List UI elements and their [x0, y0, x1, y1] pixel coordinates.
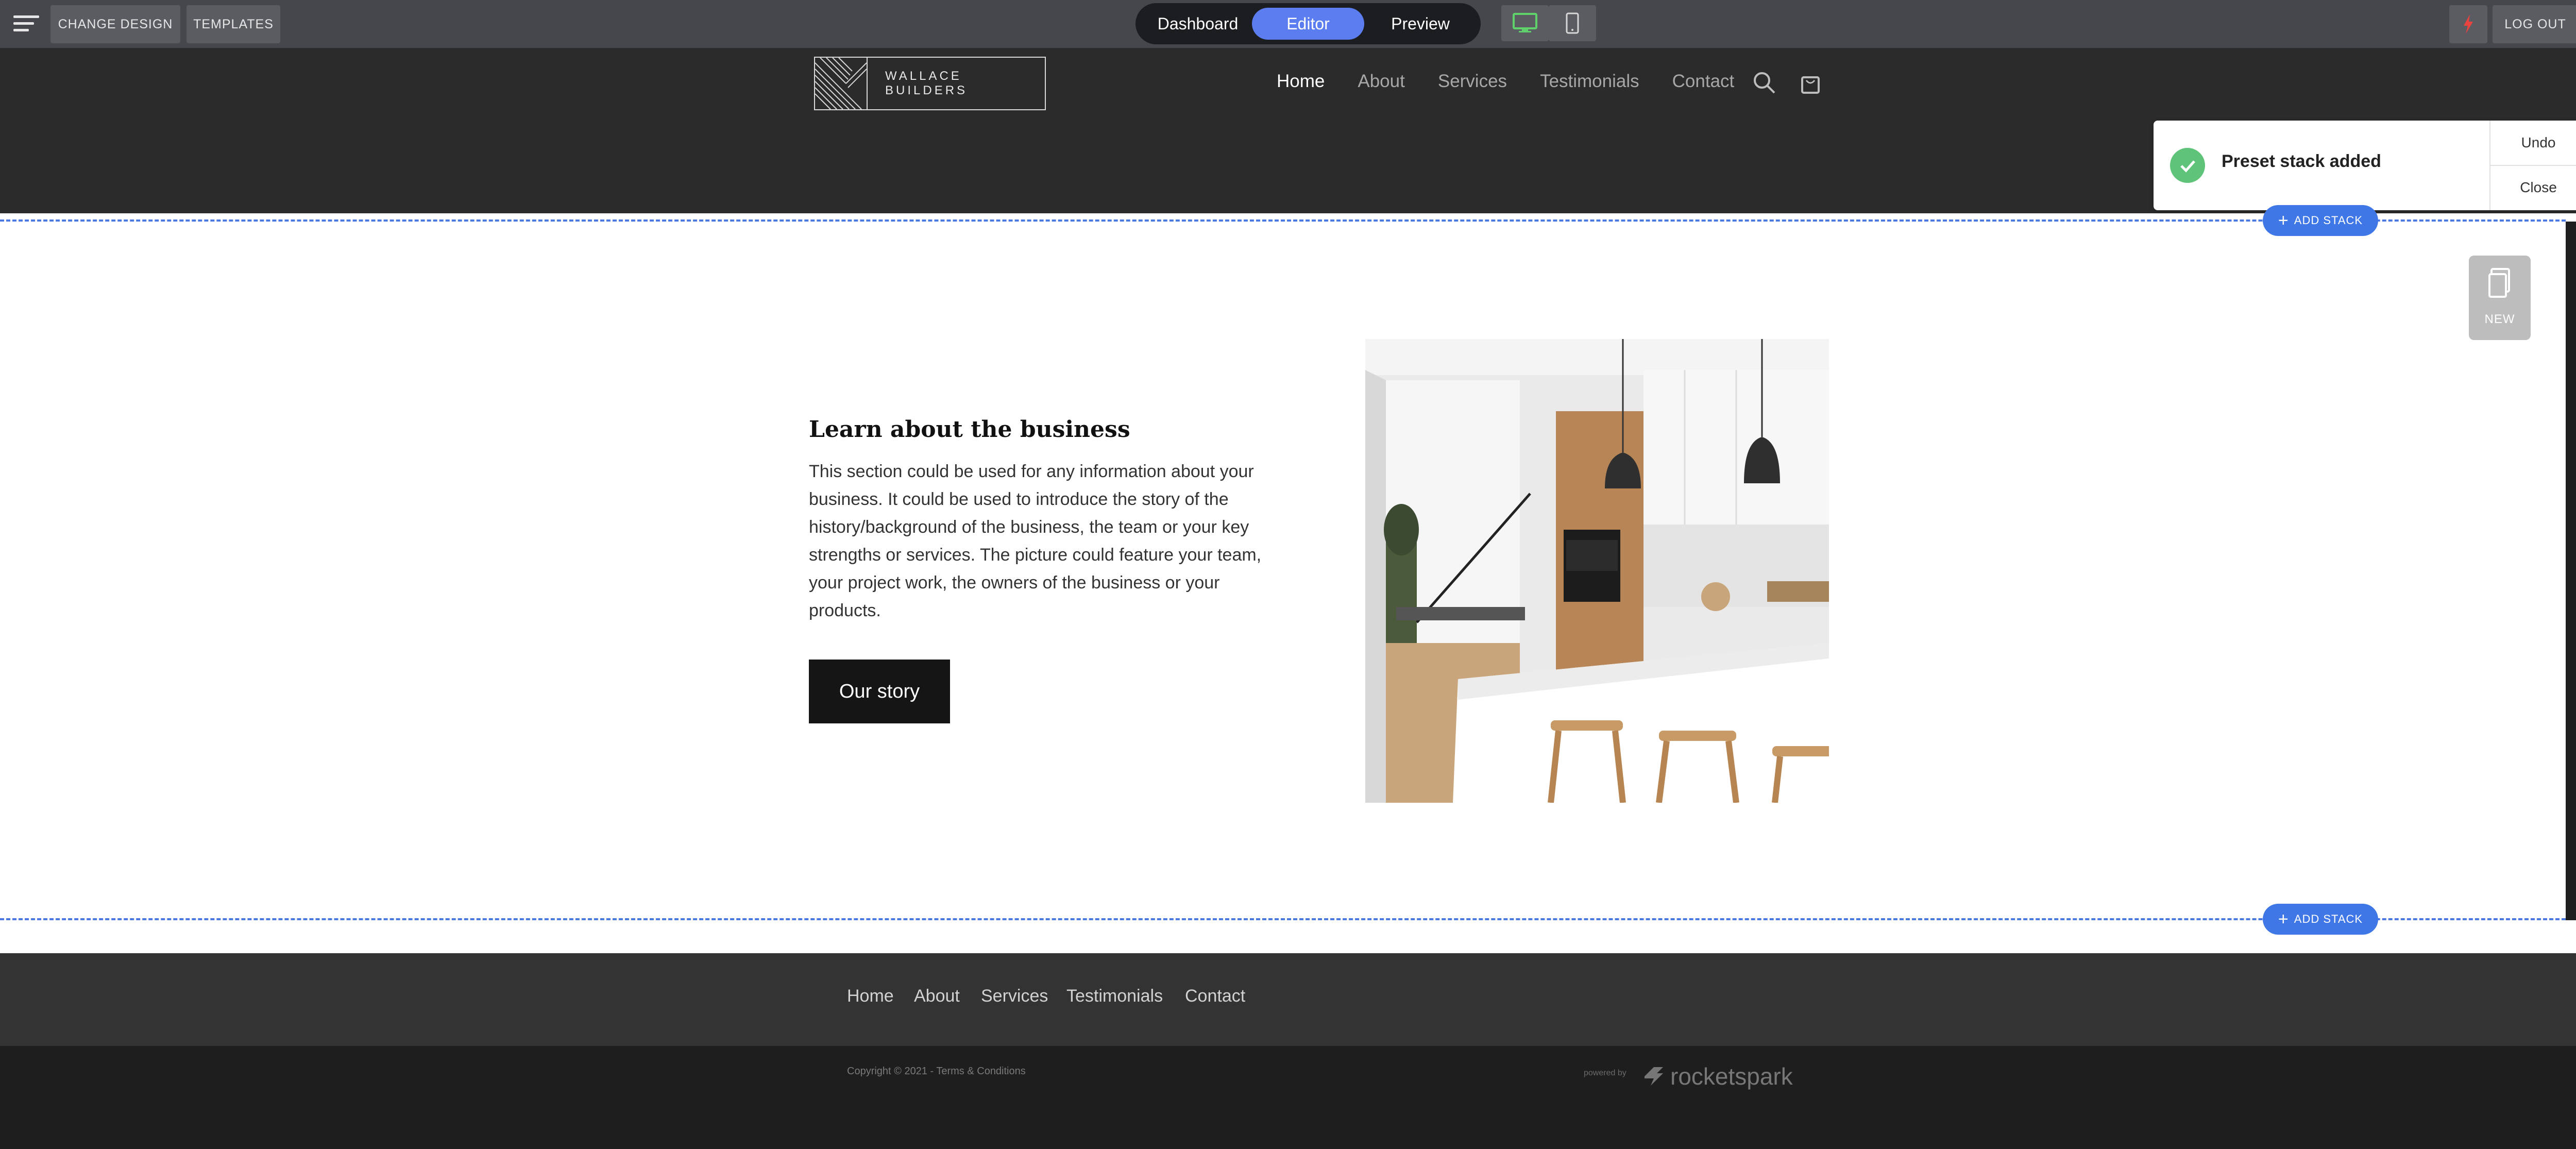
footer-link-testimonials[interactable]: Testimonials: [1066, 986, 1163, 1006]
add-stack-button-bottom[interactable]: + ADD STACK: [2263, 904, 2378, 935]
mobile-icon: [1566, 12, 1579, 34]
footer-nav: [0, 953, 2576, 1046]
rocketspark-logo[interactable]: rocketspark: [1642, 1062, 1793, 1090]
nav-home[interactable]: Home: [1277, 71, 1325, 92]
add-stack-button-top[interactable]: + ADD STACK: [2263, 205, 2378, 236]
section-heading[interactable]: Learn about the business: [809, 416, 1130, 443]
add-stack-label: ADD STACK: [2294, 214, 2363, 227]
toast-message: Preset stack added: [2222, 151, 2381, 171]
mode-dashboard[interactable]: Dashboard: [1143, 8, 1253, 40]
logo-text: WALLACE BUILDERS: [885, 69, 968, 97]
nav-services[interactable]: Services: [1438, 71, 1507, 92]
desktop-view-button[interactable]: [1501, 5, 1549, 41]
close-button[interactable]: Close: [2490, 165, 2576, 209]
footer-link-home[interactable]: Home: [847, 986, 894, 1006]
mode-editor[interactable]: Editor: [1252, 8, 1364, 40]
desktop-icon: [1513, 13, 1537, 32]
toast-notification: Preset stack added Undo Close: [2154, 121, 2576, 210]
nav-about[interactable]: About: [1358, 71, 1404, 92]
stack-tools-panel: [2566, 222, 2576, 920]
content-stack: [0, 221, 2566, 919]
new-label: NEW: [2484, 312, 2515, 326]
new-page-icon: [2488, 268, 2510, 298]
powered-by-text: powered by: [1584, 1069, 1626, 1077]
footer-link-services[interactable]: Services: [981, 986, 1048, 1006]
mobile-view-button[interactable]: [1549, 5, 1596, 41]
add-stack-label: ADD STACK: [2294, 913, 2363, 925]
site-logo[interactable]: WALLACE BUILDERS: [814, 57, 1046, 110]
mode-switcher: Dashboard Editor Preview: [1136, 3, 1481, 44]
mode-preview[interactable]: Preview: [1366, 8, 1475, 40]
lightning-icon: [2464, 14, 2473, 34]
rocketspark-mark-icon: [1645, 1067, 1663, 1086]
section-body[interactable]: This section could be used for any infor…: [809, 458, 1273, 624]
cart-icon[interactable]: [1798, 70, 1823, 95]
success-check-icon: [2170, 148, 2205, 183]
plus-icon: +: [2278, 909, 2289, 929]
site-nav: Home About Services Testimonials Contact: [1277, 71, 1767, 92]
nav-testimonials[interactable]: Testimonials: [1540, 71, 1639, 92]
publish-button[interactable]: [2449, 5, 2487, 43]
logout-button[interactable]: LOG OUT: [2493, 5, 2576, 43]
plus-icon: +: [2278, 211, 2289, 230]
logo-mark-icon: [815, 57, 868, 110]
templates-button[interactable]: TEMPLATES: [187, 5, 280, 43]
footer-link-contact[interactable]: Contact: [1185, 986, 1245, 1006]
our-story-button[interactable]: Our story: [809, 660, 950, 723]
footer-bottom: [0, 1046, 2576, 1149]
menu-icon[interactable]: [13, 13, 39, 34]
editor-toolbar: CHANGE DESIGN TEMPLATES Dashboard Editor…: [0, 0, 2576, 48]
search-icon[interactable]: [1752, 70, 1776, 95]
rocketspark-word: rocketspark: [1670, 1063, 1793, 1090]
change-design-button[interactable]: CHANGE DESIGN: [50, 5, 180, 43]
footer-link-about[interactable]: About: [914, 986, 960, 1006]
stack-boundary-bottom: [0, 918, 2566, 920]
kitchen-image[interactable]: [1365, 339, 1829, 803]
undo-button[interactable]: Undo: [2490, 121, 2576, 165]
toast-actions: Undo Close: [2489, 121, 2576, 210]
copyright-text[interactable]: Copyright © 2021 - Terms & Conditions: [847, 1066, 1026, 1077]
new-page-tile[interactable]: NEW: [2469, 256, 2531, 340]
nav-contact[interactable]: Contact: [1672, 71, 1735, 92]
stack-boundary-top: [0, 219, 2566, 222]
